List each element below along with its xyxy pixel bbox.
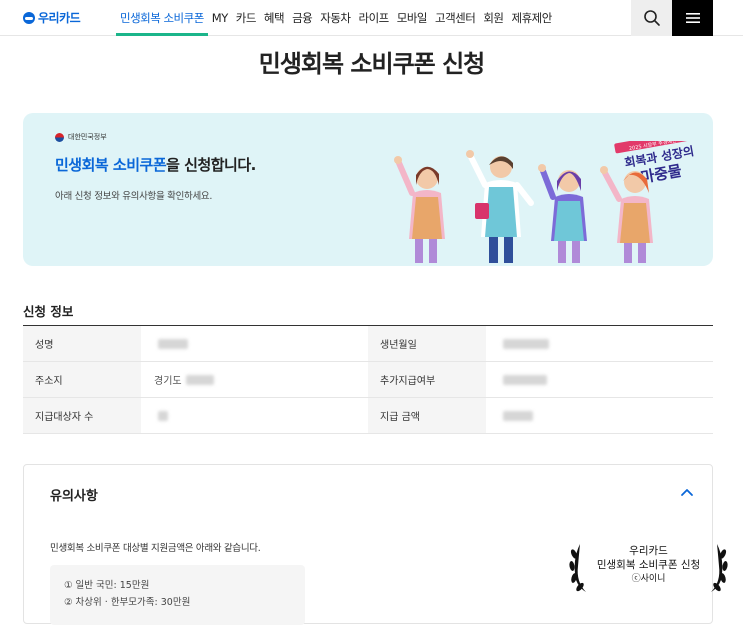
support-amount-box: ① 일반 국민: 15만원 ② 차상위 · 한부모가족: 30만원 xyxy=(50,565,305,625)
logo-text: 우리카드 xyxy=(38,11,81,25)
menu-button[interactable] xyxy=(672,0,713,36)
woori-card-logo[interactable]: 우리카드 xyxy=(23,9,81,26)
notice-title[interactable]: 유의사항 xyxy=(50,485,98,504)
value-payment-amount xyxy=(486,398,713,433)
section-title-application-info: 신청 정보 xyxy=(23,304,74,319)
nav-item-auto[interactable]: 자동차 xyxy=(316,0,354,36)
label-birthdate: 생년월일 xyxy=(368,326,486,361)
nav-item-customer-center[interactable]: 고객센터 xyxy=(431,0,479,36)
government-label: 대한민국정부 xyxy=(55,132,107,142)
masked-value xyxy=(503,410,533,421)
label-payment-amount: 지급 금액 xyxy=(368,398,486,433)
top-header: 우리카드 민생회복 소비쿠폰 MY 카드 혜택 금융 자동차 라이프 모바일 고… xyxy=(0,0,743,36)
masked-value xyxy=(185,374,214,385)
table-row: 성명 생년월일 xyxy=(23,326,713,362)
label-recipient-count: 지급대상자 수 xyxy=(23,398,141,433)
chevron-up-icon[interactable] xyxy=(678,485,696,499)
search-icon xyxy=(643,10,660,26)
banner-headline: 민생회복 소비쿠폰을 신청합니다. xyxy=(55,156,256,174)
taegeuk-icon xyxy=(55,132,64,142)
cheering-people-illustration: 2025 시장부 추경예산 회복과 성장의 마중물 xyxy=(394,141,695,263)
value-additional-payment xyxy=(486,362,713,397)
nav-item-member[interactable]: 회원 xyxy=(479,0,507,36)
nav-item-life[interactable]: 라이프 xyxy=(355,0,393,36)
label-address: 주소지 xyxy=(23,362,141,397)
nav-item-mobile[interactable]: 모바일 xyxy=(393,0,431,36)
value-name xyxy=(141,326,368,361)
nav-item-partnership[interactable]: 제휴제안 xyxy=(508,0,556,36)
label-additional-payment: 추가지급여부 xyxy=(368,362,486,397)
notice-description: 민생회복 소비쿠폰 대상별 지원금액은 아래와 같습니다. xyxy=(50,543,261,554)
value-recipient-count xyxy=(141,398,368,433)
value-birthdate xyxy=(486,326,713,361)
masked-value xyxy=(158,338,188,349)
masked-value xyxy=(503,374,547,385)
list-item: ① 일반 국민: 15만원 xyxy=(64,580,150,591)
watermark-text: 우리카드 민생회복 소비쿠폰 신청 ⓒ사이니 xyxy=(596,545,701,584)
list-item: ② 차상위 · 한부모가족: 30만원 xyxy=(64,597,191,608)
page-title: 민생회복 소비쿠폰 신청 xyxy=(258,50,486,78)
table-row: 지급대상자 수 지급 금액 xyxy=(23,398,713,434)
woori-logo-icon xyxy=(23,11,35,24)
nav-item-consumption-coupon[interactable]: 민생회복 소비쿠폰 xyxy=(116,0,208,36)
main-nav: 민생회복 소비쿠폰 MY 카드 혜택 금융 자동차 라이프 모바일 고객센터 회… xyxy=(116,0,556,36)
nav-item-my[interactable]: MY xyxy=(208,0,232,36)
table-row: 주소지 경기도 추가지급여부 xyxy=(23,362,713,398)
masked-value xyxy=(158,410,168,421)
masked-value xyxy=(503,338,549,349)
nav-item-finance[interactable]: 금융 xyxy=(288,0,316,36)
value-address: 경기도 xyxy=(141,362,368,397)
nav-item-card[interactable]: 카드 xyxy=(232,0,260,36)
banner-subtext: 아래 신청 정보와 유의사항을 확인하세요. xyxy=(55,191,213,202)
label-name: 성명 xyxy=(23,326,141,361)
search-button[interactable] xyxy=(631,0,672,36)
application-info-table: 성명 생년월일 주소지 경기도 추가지급여부 지급대상자 수 지급 금액 xyxy=(23,325,713,434)
coupon-banner: 대한민국정부 민생회복 소비쿠폰을 신청합니다. 아래 신청 정보와 유의사항을… xyxy=(23,113,713,266)
nav-item-benefits[interactable]: 혜택 xyxy=(260,0,288,36)
hamburger-menu-icon xyxy=(685,13,700,23)
author-watermark: 우리카드 민생회복 소비쿠폰 신청 ⓒ사이니 xyxy=(566,540,731,595)
